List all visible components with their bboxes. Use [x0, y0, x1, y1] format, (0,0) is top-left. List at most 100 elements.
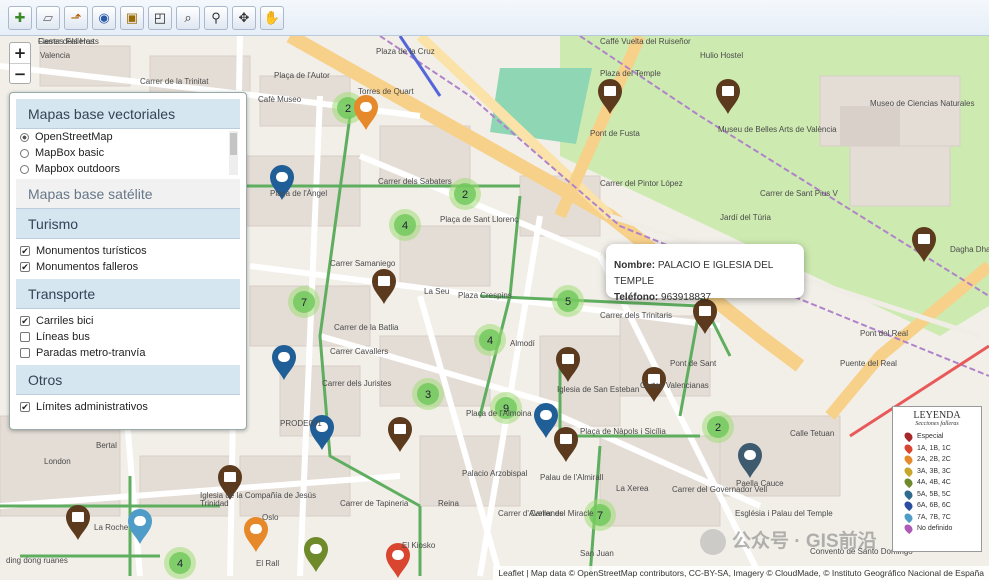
radio-button[interactable] [20, 132, 29, 142]
radio-button[interactable] [20, 164, 29, 174]
monument-marker[interactable] [388, 417, 412, 452]
monument-marker[interactable] [554, 427, 578, 462]
checkbox[interactable] [20, 348, 30, 358]
add-layer-button[interactable]: ✚ [8, 5, 32, 30]
street-label: Museu de Belles Arts de València [718, 125, 837, 134]
legend-row: Especial [897, 431, 977, 443]
street-label: Carrer dels Juristes [322, 379, 391, 388]
pin-icon [128, 509, 152, 544]
globe-icon: ◉ [98, 9, 110, 25]
falla-marker[interactable] [304, 537, 328, 572]
layers-icon: ▱ [43, 9, 53, 25]
map-canvas[interactable]: 2 2 4 7 5 4 3 9 2 7 4 Carrer dels Horts Valencia Plaç… [0, 36, 989, 580]
marker-cluster[interactable]: 7 [288, 286, 320, 318]
others-header[interactable]: Otros [16, 365, 240, 395]
tourism-header[interactable]: Turismo [16, 209, 240, 239]
monument-popup[interactable]: Nombre: PALACIO E IGLESIA DEL TEMPLE Tel… [606, 244, 804, 303]
extent-icon: ✥ [238, 9, 250, 25]
legend-subtitle: Secciones falleras [915, 421, 959, 427]
zoom-in-button[interactable]: + [10, 43, 30, 63]
layer-option[interactable]: OpenStreetMap [16, 129, 240, 145]
monument-marker[interactable] [372, 269, 396, 304]
marker-cluster[interactable]: 2 [449, 178, 481, 210]
legend-row: 7A, 7B, 7C [897, 511, 977, 524]
marker-cluster[interactable]: 3 [412, 378, 444, 410]
falla-marker[interactable] [244, 517, 268, 552]
flower-icon [276, 172, 288, 182]
checkbox[interactable]: ✔ [20, 402, 30, 412]
flower-icon [360, 102, 372, 112]
street-label: El Rall [256, 559, 279, 568]
street-label: Plaza del Temple [600, 69, 661, 78]
legend-row: 5A, 5B, 5C [897, 488, 977, 501]
layer-option-label: Mapbox outdoors [35, 163, 120, 175]
layer-option[interactable]: Líneas bus [16, 329, 240, 345]
vector-basemap-list[interactable]: OpenStreetMap MapBox basic Mapbox outdoors… [16, 129, 240, 179]
marker-cluster[interactable]: 4 [164, 547, 196, 579]
falla-marker[interactable] [128, 509, 152, 544]
pan-button[interactable]: ✋ [260, 5, 284, 30]
layer-option[interactable]: MapBox basic [16, 145, 240, 161]
radio-button[interactable] [20, 148, 29, 158]
layer-option[interactable]: ✔ Monumentos turísticos [16, 243, 240, 259]
street-label: Palacio Arzobispal [462, 469, 528, 478]
vector-basemaps-header[interactable]: Mapas base vectoriales [16, 99, 240, 129]
fullscreen-button[interactable]: ◰ [148, 5, 172, 30]
cluster-count: 2 [462, 189, 468, 201]
zoom-out-button[interactable]: − [10, 63, 30, 83]
zoom-out-button[interactable]: ⚲ [204, 5, 228, 30]
layer-option[interactable]: Mapbox outdoors [16, 161, 240, 177]
export-icon: ⬏ [70, 9, 82, 25]
street-label: Carrer dels Sabaters [378, 177, 452, 186]
full-extent-button[interactable]: ✥ [232, 5, 256, 30]
watermark-text: 公众号 · GIS前沿 [732, 531, 877, 552]
layer-option[interactable]: ✔ Monumentos falleros [16, 259, 240, 275]
street-label: Carrer de Tapineria [340, 499, 409, 508]
checkbox[interactable]: ✔ [20, 246, 30, 256]
flower-icon [134, 516, 146, 526]
globe-button[interactable]: ◉ [92, 5, 116, 30]
street-label: Cafè Museo [258, 95, 302, 104]
print-button[interactable]: ▣ [120, 5, 144, 30]
falla-marker[interactable] [354, 95, 378, 130]
checkbox[interactable]: ✔ [20, 316, 30, 326]
marker-cluster[interactable]: 4 [389, 209, 421, 241]
layer-option[interactable]: Paradas metro-tranvía [16, 345, 240, 361]
marker-cluster[interactable]: 5 [552, 285, 584, 317]
export-button[interactable]: ⬏ [64, 5, 88, 30]
checkbox[interactable]: ✔ [20, 262, 30, 272]
cluster-count: 7 [597, 510, 603, 522]
marker-cluster[interactable]: 4 [474, 324, 506, 356]
layer-option[interactable]: ✔ Límites administrativos [16, 399, 240, 415]
street-label: Oslo [262, 513, 279, 522]
print-icon: ▣ [125, 9, 139, 25]
street-label: Calle Tetuan [790, 429, 834, 438]
pin-icon [354, 95, 378, 130]
layer-option[interactable]: ✔ Carriles bici [16, 313, 240, 329]
pin-icon [66, 505, 90, 540]
monument-marker[interactable] [66, 505, 90, 540]
cluster-count: 4 [402, 220, 408, 232]
layers-button[interactable]: ▱ [36, 5, 60, 30]
satellite-basemaps-header[interactable]: Mapas base satélite [16, 179, 240, 209]
street-label: Iglesia de San Esteban [557, 385, 639, 394]
popup-name-label: Nombre: [614, 260, 656, 271]
checkbox[interactable] [20, 332, 30, 342]
layer-option[interactable]: Mapbox esmeralda [16, 177, 240, 179]
legend-label: 4A, 4B, 4C [917, 479, 951, 487]
marker-cluster[interactable]: 2 [702, 411, 734, 443]
marker-pin-icon [902, 500, 915, 512]
legend-label: 1A, 1B, 1C [917, 444, 951, 452]
cluster-count: 4 [177, 558, 183, 570]
legend-label: No definido [917, 525, 953, 533]
transport-header[interactable]: Transporte [16, 279, 240, 309]
magnifier-icon: ⌕ [184, 9, 192, 25]
zoom-box-button[interactable]: ⌕ [176, 5, 200, 30]
basemap-scrollbar[interactable] [229, 131, 238, 175]
pin-icon [372, 269, 396, 304]
marker-cluster[interactable]: 9 [490, 392, 522, 424]
attribution: Leaflet | Map data © OpenStreetMap contr… [493, 566, 989, 580]
falla-marker[interactable] [534, 403, 558, 438]
monument-building-icon [604, 86, 616, 96]
flower-icon [392, 550, 404, 560]
